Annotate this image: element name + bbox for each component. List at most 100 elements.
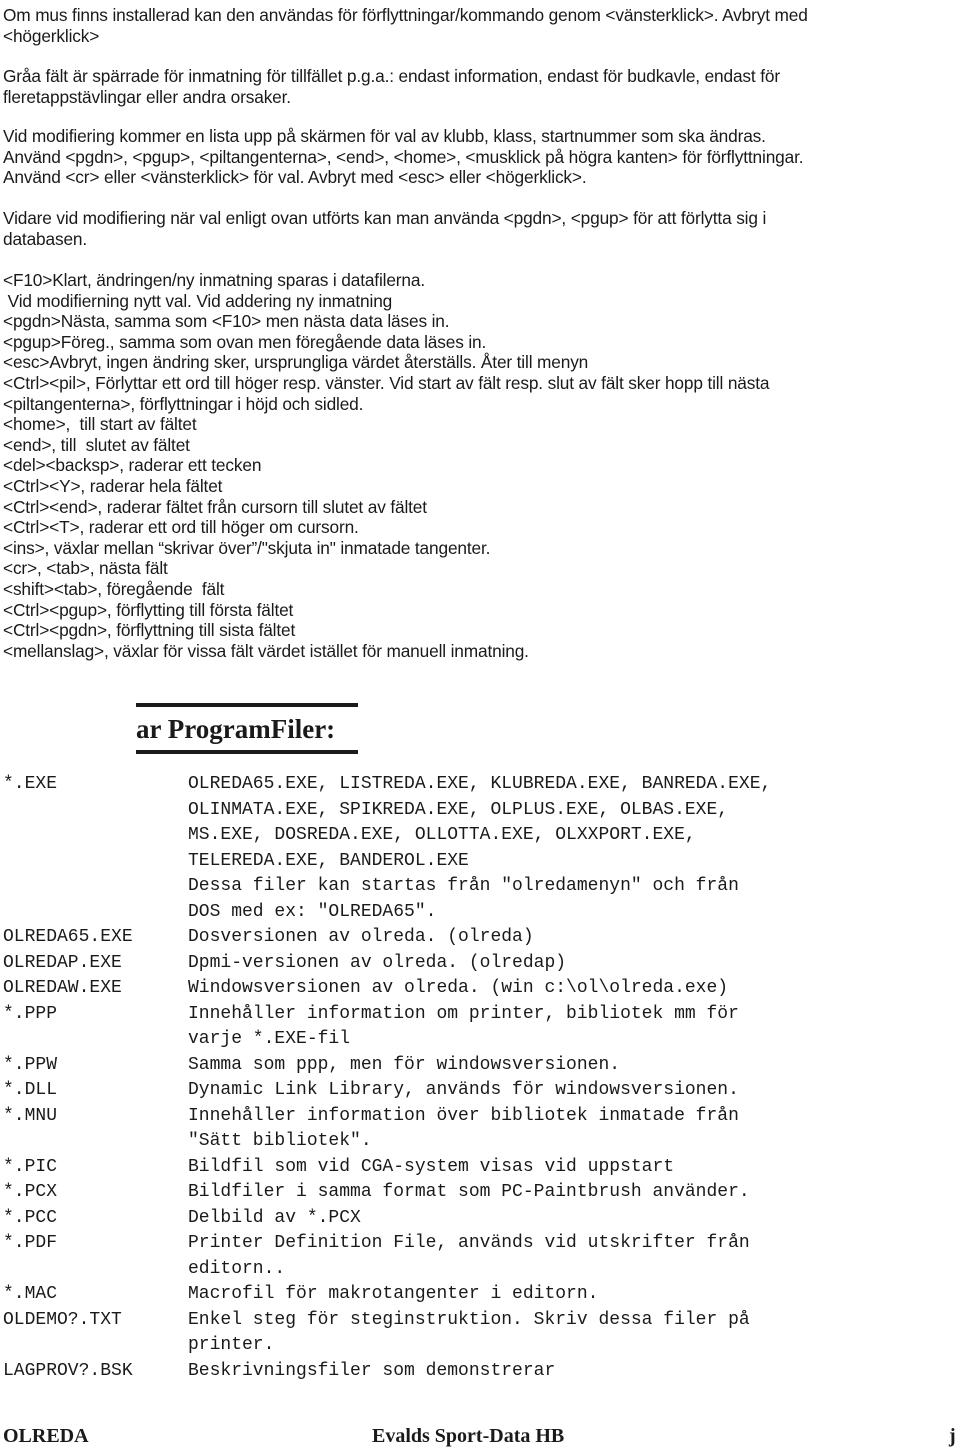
file-name: LAGPROV?.BSK	[3, 1360, 133, 1381]
key-item: <end>, till slutet av fältet	[3, 434, 190, 455]
file-name: *.MAC	[3, 1284, 58, 1304]
file-description: varje *.EXE-fil	[188, 1029, 351, 1049]
file-description: Innehåller information om printer, bibli…	[188, 1003, 739, 1024]
footer-company: Evalds Sport-Data HB	[372, 1425, 565, 1447]
file-row: *.PPW Samma som ppp, men för windowsversi…	[3, 1053, 771, 1079]
text-line: Gråa fält är spärrade för inmatning för …	[3, 66, 780, 86]
text-line: databasen.	[3, 228, 88, 249]
text-line: Vid modifiering kommer en lista upp på s…	[3, 126, 766, 146]
key-item: <F10>Klart, ändringen/ny inmatning spara…	[3, 270, 425, 290]
file-description: Dynamic Link Library, används för window…	[188, 1080, 739, 1100]
file-name	[3, 874, 188, 900]
file-name: OLDEMO?.TXT	[3, 1309, 122, 1330]
file-name	[3, 798, 188, 824]
key-item: <del><backsp>, raderar ett tecken	[3, 455, 262, 476]
file-row: LAGPROV?.BSK Beskrivningsfiler som demons…	[3, 1359, 771, 1385]
file-row: *.PCC Delbild av *.PCX	[3, 1206, 771, 1232]
key-item: <mellanslag>, växlar för vissa fält värd…	[3, 640, 529, 661]
file-description: OLINMATA.EXE, SPIKREDA.EXE, OLPLUS.EXE, …	[188, 799, 729, 820]
further-paragraph: Vidare vid modifiering när val enligt ov…	[3, 208, 766, 249]
footer-product: OLREDA	[3, 1425, 89, 1447]
key-item: <pgup>Föreg., samma som ovan men föregåe…	[3, 331, 487, 352]
file-row: *.PCX Bildfiler i samma format som PC-Pai…	[3, 1180, 771, 1206]
file-description: Macrofil för makrotangenter i editorn.	[188, 1284, 599, 1304]
section-heading-block: ar ProgramFiler:	[136, 703, 358, 754]
key-list: <F10>Klart, ändringen/ny inmatning spara…	[3, 270, 770, 661]
key-item: <Ctrl><pgdn>, förflyttning till sista fä…	[3, 620, 296, 641]
file-description: MS.EXE, DOSREDA.EXE, OLLOTTA.EXE, OLXXPO…	[188, 825, 696, 845]
file-row-continuation: Dessa filer kan startas från ″olredameny…	[3, 874, 771, 900]
file-row: *.EXE OLREDA65.EXE, LISTREDA.EXE, KLUBRED…	[3, 772, 771, 798]
file-description: Windowsversionen av olreda. (win c:\ol\o…	[188, 978, 729, 998]
file-description: printer.	[188, 1335, 275, 1355]
text-line: Om mus finns installerad kan den använda…	[3, 5, 808, 25]
text-line: fleretappstävlingar eller andra orsaker.	[3, 86, 291, 107]
key-item: <shift><tab>, föregående fält	[3, 578, 225, 599]
file-description: ″Sätt bibliotek".	[188, 1131, 372, 1151]
key-item: <Ctrl><pgup>, förflytting till första fä…	[3, 599, 294, 620]
file-row-continuation: TELEREDA.EXE, BANDEROL.EXE	[3, 849, 771, 875]
text-line: Använd <pgdn>, <pgup>, <piltangenterna>,…	[3, 146, 804, 167]
file-row-continuation: DOS med ex: ″OLREDA65".	[3, 900, 771, 926]
file-name: *.PPW	[3, 1054, 58, 1075]
file-description: DOS med ex: ″OLREDA65".	[188, 901, 437, 922]
key-item: <Ctrl><T>, raderar ett ord till höger om…	[3, 517, 359, 538]
footer-page-number: j	[949, 1425, 956, 1447]
file-description: Delbild av *.PCX	[188, 1207, 361, 1228]
file-name	[3, 1257, 188, 1283]
program-file-table: *.EXE OLREDA65.EXE, LISTREDA.EXE, KLUBRED…	[3, 772, 771, 1384]
text-line: Använd <cr> eller <vänsterklick> för val…	[3, 167, 587, 188]
file-name	[3, 1333, 188, 1359]
text-line: <högerklick>	[3, 25, 100, 46]
file-row-continuation: ″Sätt bibliotek".	[3, 1129, 771, 1155]
file-name: *.DLL	[3, 1080, 58, 1100]
file-description: Printer Definition File, används vid uts…	[188, 1233, 750, 1253]
file-row-continuation: OLINMATA.EXE, SPIKREDA.EXE, OLPLUS.EXE, …	[3, 798, 771, 824]
key-item: <Ctrl><end>, raderar fältet från cursorn…	[3, 496, 427, 517]
file-row: *.PDF Printer Definition File, används vi…	[3, 1231, 771, 1257]
file-row-continuation: varje *.EXE-fil	[3, 1027, 771, 1053]
file-row-continuation: editorn..	[3, 1257, 771, 1283]
file-description: Samma som ppp, men för windowsversionen.	[188, 1054, 621, 1075]
file-name	[3, 900, 188, 926]
file-name: *.EXE	[3, 774, 58, 794]
file-row: OLREDAP.EXE Dpmi-versionen av olreda. (ol…	[3, 951, 771, 977]
file-row: OLREDAW.EXE Windowsversionen av olreda. (…	[3, 976, 771, 1002]
file-description: Innehåller information över bibliotek in…	[188, 1105, 739, 1126]
file-name: *.PPP	[3, 1003, 58, 1024]
file-description: Dosversionen av olreda. (olreda)	[188, 927, 534, 947]
key-item: <cr>, <tab>, nästa fält	[3, 558, 168, 579]
file-name	[3, 849, 188, 875]
mouse-paragraph: Om mus finns installerad kan den använda…	[3, 5, 808, 46]
section-heading: ar ProgramFiler:	[136, 714, 336, 744]
file-description: OLREDA65.EXE, LISTREDA.EXE, KLUBREDA.EXE…	[188, 774, 772, 794]
modify-paragraph: Vid modifiering kommer en lista upp på s…	[3, 126, 804, 188]
text-line: Vidare vid modifiering när val enligt ov…	[3, 208, 767, 228]
file-description: editorn..	[188, 1258, 286, 1279]
file-description: Beskrivningsfiler som demonstrerar	[188, 1360, 556, 1381]
file-name: OLREDAP.EXE	[3, 952, 122, 973]
file-description: Dpmi-versionen av olreda. (olredap)	[188, 952, 567, 973]
key-item: Vid modifierning nytt val. Vid addering …	[3, 290, 393, 311]
file-row-continuation: MS.EXE, DOSREDA.EXE, OLLOTTA.EXE, OLXXPO…	[3, 823, 771, 849]
file-description: Bildfil som vid CGA-system visas vid upp…	[188, 1156, 675, 1177]
file-row: *.PPP Innehåller information om printer, …	[3, 1002, 771, 1028]
file-name: *.PCX	[3, 1182, 58, 1202]
file-description: Dessa filer kan startas från ″olredameny…	[188, 876, 739, 896]
key-item: <Ctrl><pil>, Förlyttar ett ord till höge…	[3, 372, 770, 393]
key-item: <home>, till start av fältet	[3, 414, 197, 435]
heading-rule-bottom	[136, 750, 358, 754]
file-name	[3, 1129, 188, 1155]
grey-fields-paragraph: Gråa fält är spärrade för inmatning för …	[3, 66, 780, 107]
key-item: <pgdn>Nästa, samma som <F10> men nästa d…	[3, 311, 450, 332]
file-description: Bildfiler i samma format som PC-Paintbru…	[188, 1182, 750, 1202]
file-name: *.PCC	[3, 1207, 58, 1228]
file-row-continuation: printer.	[3, 1333, 771, 1359]
file-row: *.MNU Innehåller information över bibliot…	[3, 1104, 771, 1130]
file-row: *.MAC Macrofil för makrotangenter i edito…	[3, 1282, 771, 1308]
file-description: TELEREDA.EXE, BANDEROL.EXE	[188, 850, 469, 871]
file-name: *.MNU	[3, 1105, 58, 1126]
file-name	[3, 823, 188, 849]
key-item: <piltangenterna>, förflyttningar i höjd …	[3, 393, 364, 414]
file-name: OLREDAW.EXE	[3, 978, 122, 998]
